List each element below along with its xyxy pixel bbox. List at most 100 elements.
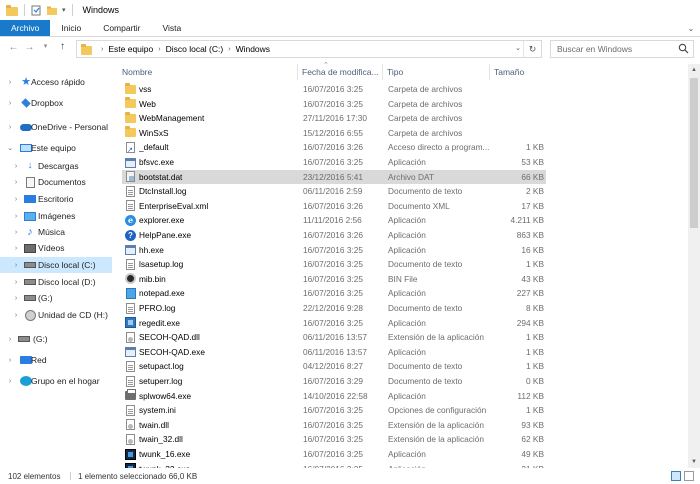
- chevron-down-icon[interactable]: ⌄: [515, 41, 521, 57]
- file-row[interactable]: lsasetup.log 16/07/2016 3:25 Documento de …: [122, 257, 546, 272]
- column-header-size[interactable]: Tamaño: [490, 64, 546, 80]
- chevron-right-icon[interactable]: ›: [6, 124, 14, 131]
- search-icon[interactable]: [678, 43, 689, 54]
- nav-item-label: Dropbox: [31, 98, 64, 108]
- nav-item[interactable]: › Dropbox: [0, 95, 112, 111]
- file-row[interactable]: bfsvc.exe 16/07/2016 3:25 Aplicación 53 KB: [122, 155, 546, 170]
- new-folder-icon[interactable]: [46, 5, 58, 16]
- file-row[interactable]: _default 16/07/2016 3:26 Acceso directo a …: [122, 140, 546, 155]
- nav-item[interactable]: › ♪ Música: [0, 224, 112, 240]
- nav-item[interactable]: › OneDrive - Personal: [0, 119, 112, 135]
- file-row[interactable]: DtcInstall.log 06/11/2016 2:59 Documento d…: [122, 184, 546, 199]
- nav-item[interactable]: ⌄ Este equipo: [0, 140, 112, 156]
- expand-ribbon-icon[interactable]: ⌄: [682, 20, 700, 36]
- chevron-right-icon[interactable]: ›: [12, 312, 20, 319]
- nav-item[interactable]: › (G:): [0, 331, 112, 347]
- chevron-right-icon[interactable]: ›: [6, 336, 14, 343]
- nav-item-label: (G:): [38, 293, 53, 303]
- search-input[interactable]: [551, 44, 671, 54]
- tab-compartir[interactable]: Compartir: [92, 20, 151, 36]
- recent-locations-icon[interactable]: ▾: [38, 42, 53, 50]
- nav-item[interactable]: › Disco local (D:): [0, 274, 112, 290]
- file-type: Documento de texto: [388, 186, 463, 197]
- file-row[interactable]: WinSxS 15/12/2016 6:55 Carpeta de archivos: [122, 126, 546, 141]
- nav-item[interactable]: › ↓ Descargas: [0, 158, 112, 174]
- chevron-right-icon[interactable]: ›: [6, 378, 14, 385]
- file-row[interactable]: mib.bin 16/07/2016 3:25 BIN File 43 KB: [122, 272, 546, 287]
- text-file-icon: [125, 375, 136, 387]
- file-row[interactable]: splwow64.exe 14/10/2016 22:58 Aplicación 11…: [122, 389, 546, 404]
- nav-item[interactable]: › Unidad de CD (H:): [0, 307, 112, 323]
- file-row[interactable]: bootstat.dat 23/12/2016 5:41 Archivo DAT 66…: [122, 169, 546, 185]
- file-row[interactable]: hh.exe 16/07/2016 3:25 Aplicación 16 KB: [122, 243, 546, 258]
- file-row[interactable]: e explorer.exe 11/11/2016 2:56 Aplicación 4.…: [122, 213, 546, 228]
- large-icons-view-icon[interactable]: [684, 471, 694, 481]
- file-row[interactable]: setuperr.log 16/07/2016 3:29 Documento de …: [122, 374, 546, 389]
- breadcrumb-disco-local[interactable]: Disco local (C:): [166, 44, 224, 54]
- breadcrumb-este-equipo[interactable]: Este equipo: [108, 44, 153, 54]
- nav-item[interactable]: › Imágenes: [0, 208, 112, 224]
- nav-item[interactable]: › Grupo en el hogar: [0, 373, 112, 389]
- file-row[interactable]: system.ini 16/07/2016 3:25 Opciones de con…: [122, 403, 546, 418]
- nav-item[interactable]: › Escritorio: [0, 191, 112, 207]
- chevron-right-icon[interactable]: ›: [12, 179, 20, 186]
- chevron-right-icon[interactable]: ›: [6, 100, 14, 107]
- chevron-right-icon[interactable]: ›: [12, 279, 20, 286]
- breadcrumb-windows[interactable]: Windows: [236, 44, 270, 54]
- scroll-up-icon[interactable]: ▲: [688, 64, 700, 76]
- tab-inicio[interactable]: Inicio: [50, 20, 92, 36]
- file-row[interactable]: setupact.log 04/12/2016 8:27 Documento de …: [122, 359, 546, 374]
- properties-icon[interactable]: [31, 5, 42, 16]
- file-row[interactable]: SECOH-QAD.dll 06/11/2016 13:57 Extensión d…: [122, 330, 546, 345]
- chevron-right-icon[interactable]: ›: [12, 229, 20, 236]
- nav-item[interactable]: › Disco local (C:): [0, 257, 112, 273]
- refresh-icon[interactable]: ↻: [523, 41, 541, 57]
- back-arrow-icon[interactable]: ←: [6, 42, 21, 53]
- chevron-right-icon[interactable]: ›: [12, 245, 20, 252]
- chevron-right-icon[interactable]: ›: [228, 46, 230, 53]
- file-row[interactable]: Web 16/07/2016 3:25 Carpeta de archivos: [122, 97, 546, 112]
- file-row[interactable]: notepad.exe 16/07/2016 3:25 Aplicación 227 …: [122, 286, 546, 301]
- file-row[interactable]: twunk_16.exe 16/07/2016 3:25 Aplicación 49 …: [122, 447, 546, 462]
- column-header-type[interactable]: Tipo: [383, 64, 490, 80]
- column-header-name[interactable]: Nombre: [118, 64, 298, 80]
- column-header-date[interactable]: Fecha de modifica...: [298, 64, 383, 80]
- chevron-right-icon[interactable]: ›: [12, 295, 20, 302]
- nav-item[interactable]: › Vídeos: [0, 240, 112, 256]
- scroll-down-icon[interactable]: ▼: [688, 456, 700, 468]
- chevron-right-icon[interactable]: ›: [6, 357, 14, 364]
- nav-item[interactable]: › Documentos: [0, 174, 112, 190]
- file-row[interactable]: twain_32.dll 16/07/2016 3:25 Extensión de …: [122, 432, 546, 447]
- scrollbar-thumb[interactable]: [690, 78, 698, 228]
- nav-item[interactable]: › Red: [0, 352, 112, 368]
- chevron-right-icon[interactable]: ›: [158, 46, 160, 53]
- up-arrow-icon[interactable]: ↑: [55, 41, 70, 52]
- vertical-scrollbar[interactable]: ▲ ▼: [688, 64, 700, 468]
- chevron-down-icon[interactable]: ⌄: [6, 144, 14, 152]
- file-row[interactable]: WebManagement 27/11/2016 17:30 Carpeta de …: [122, 111, 546, 126]
- file-row[interactable]: SECOH-QAD.exe 06/11/2016 13:57 Aplicación 1…: [122, 345, 546, 360]
- tab-archivo[interactable]: Archivo: [0, 20, 51, 36]
- chevron-right-icon[interactable]: ›: [12, 262, 20, 269]
- forward-arrow-icon[interactable]: →: [22, 42, 37, 53]
- tab-vista[interactable]: Vista: [152, 20, 193, 36]
- chevron-right-icon[interactable]: ›: [12, 196, 20, 203]
- nav-item[interactable]: › (G:): [0, 290, 112, 306]
- file-row[interactable]: PFRO.log 22/12/2016 9:28 Documento de text…: [122, 301, 546, 316]
- file-size: 53 KB: [521, 157, 544, 167]
- chevron-right-icon[interactable]: ›: [6, 79, 14, 86]
- chevron-right-icon[interactable]: ›: [12, 163, 20, 170]
- address-bar[interactable]: › Este equipo › Disco local (C:) › Windo…: [76, 40, 542, 58]
- file-row[interactable]: twain.dll 16/07/2016 3:25 Extensión de la …: [122, 418, 546, 433]
- file-row[interactable]: EnterpriseEval.xml 16/07/2016 3:26 Documen…: [122, 199, 546, 214]
- chevron-right-icon[interactable]: ›: [101, 46, 103, 53]
- file-row[interactable]: vss 16/07/2016 3:25 Carpeta de archivos: [122, 82, 546, 97]
- file-row[interactable]: ? HelpPane.exe 16/07/2016 3:26 Aplicación 86…: [122, 228, 546, 243]
- chevron-right-icon[interactable]: ›: [12, 213, 20, 220]
- file-type: Carpeta de archivos: [388, 127, 463, 138]
- search-box[interactable]: [550, 40, 694, 58]
- file-row[interactable]: regedit.exe 16/07/2016 3:25 Aplicación 294 …: [122, 316, 546, 331]
- details-view-icon[interactable]: [671, 471, 681, 481]
- customize-toolbar-icon[interactable]: ▾: [62, 6, 66, 14]
- nav-item[interactable]: › ★ Acceso rápido: [0, 74, 112, 90]
